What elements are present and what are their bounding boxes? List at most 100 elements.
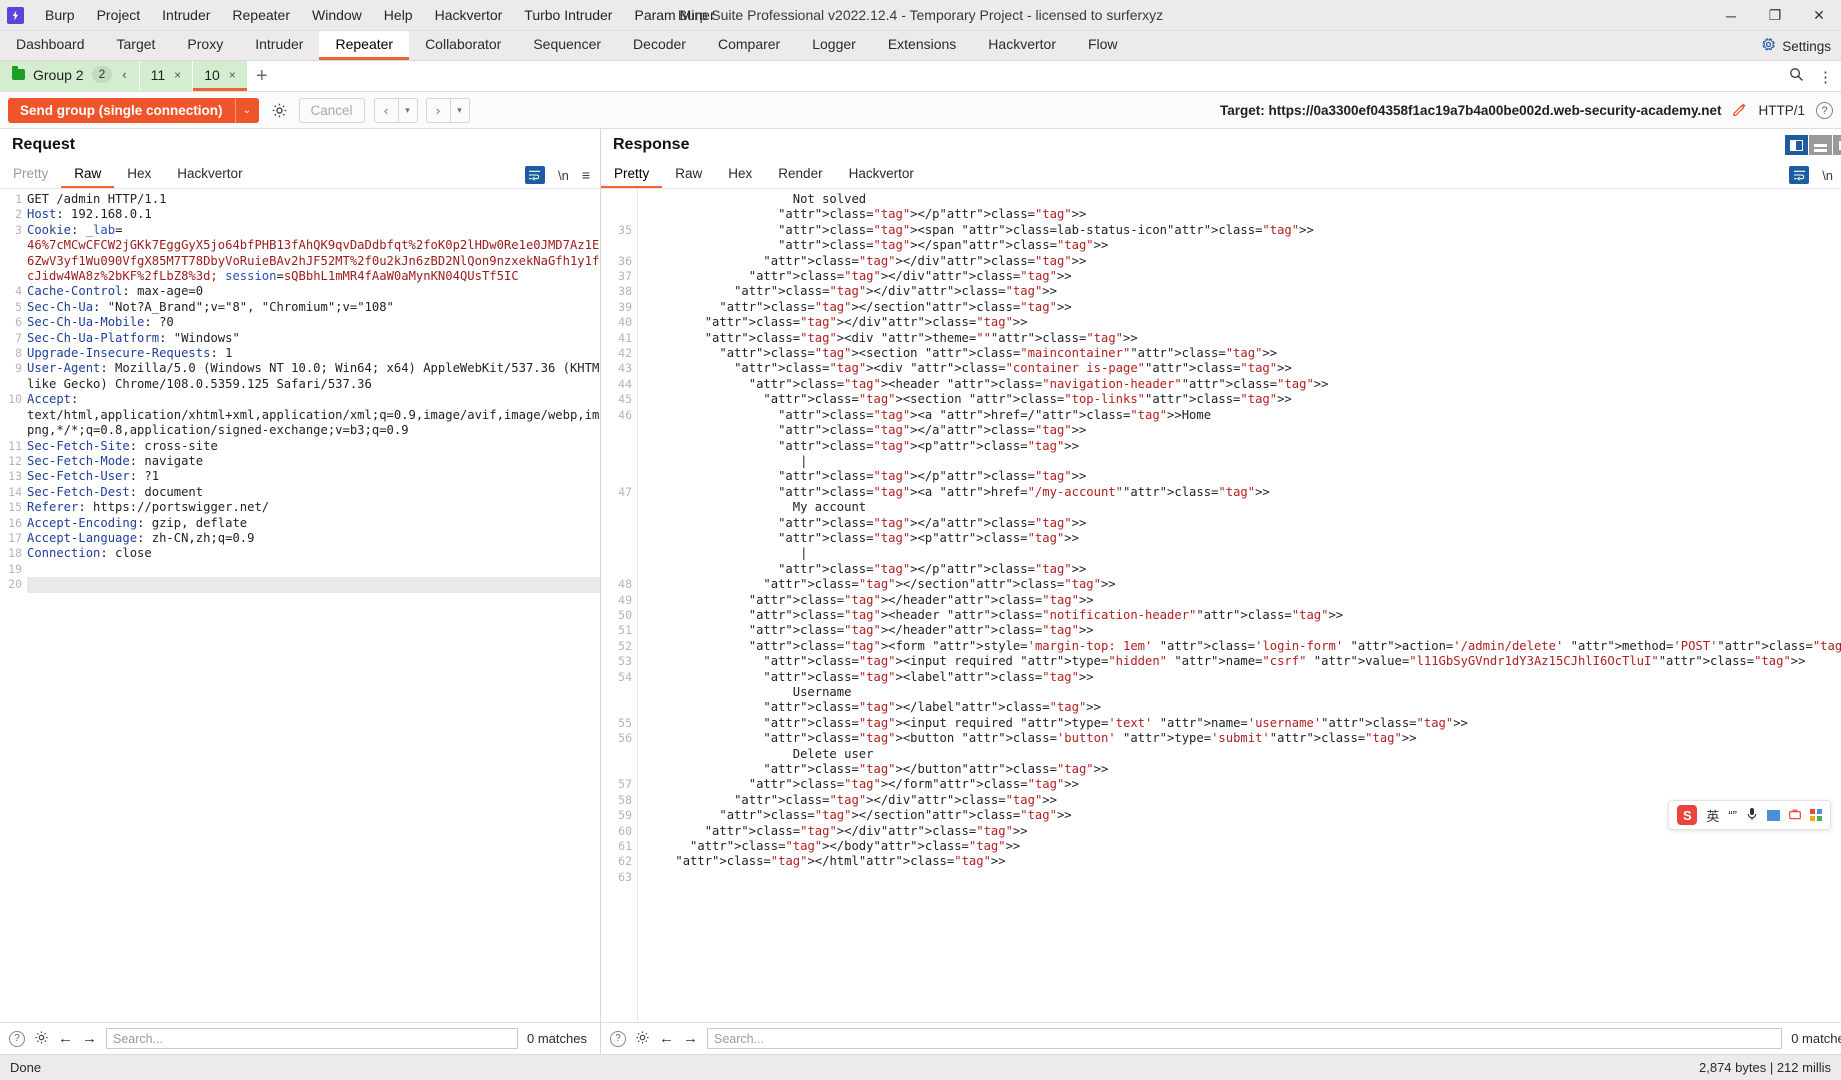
menu-item-help[interactable]: Help: [373, 3, 424, 27]
request-tab-hackvertor[interactable]: Hackvertor: [164, 161, 255, 188]
split-view-button[interactable]: [1785, 135, 1808, 155]
keyboard-icon[interactable]: [1767, 810, 1780, 821]
tab-comparer[interactable]: Comparer: [702, 31, 796, 60]
next-request-dropdown[interactable]: ▾: [451, 98, 470, 123]
response-editor-actions: \n ≡: [1789, 161, 1841, 189]
settings-button[interactable]: Settings: [1757, 31, 1835, 61]
newline-toggle[interactable]: \n: [1822, 168, 1833, 183]
tab-intruder[interactable]: Intruder: [239, 31, 319, 60]
request-tab-hex[interactable]: Hex: [114, 161, 164, 188]
response-tab-hackvertor[interactable]: Hackvertor: [836, 161, 927, 188]
pencil-icon[interactable]: [1732, 102, 1747, 120]
ime-floating-toolbar: S 英 “”: [1668, 800, 1831, 830]
menu-item-window[interactable]: Window: [301, 3, 373, 27]
tab-target[interactable]: Target: [101, 31, 172, 60]
menu-item-param-miner[interactable]: Param Miner: [623, 3, 725, 27]
gear-icon[interactable]: [34, 1030, 49, 1048]
response-body-text[interactable]: Not solved "attr">class="tag"></p"attr">…: [637, 189, 1841, 1022]
newline-toggle[interactable]: \n: [558, 168, 569, 183]
tab-sequencer[interactable]: Sequencer: [517, 31, 617, 60]
back-nav-group: ‹ ▾: [374, 98, 418, 123]
close-icon[interactable]: ×: [174, 68, 181, 82]
response-tab-hex[interactable]: Hex: [715, 161, 765, 188]
request-title: Request: [12, 136, 75, 154]
repeater-tab-label: 10: [204, 67, 220, 83]
minimize-icon[interactable]: ─: [1709, 0, 1753, 31]
prev-request-dropdown[interactable]: ▾: [399, 98, 418, 123]
add-tab-button[interactable]: +: [247, 61, 277, 91]
prev-request-button[interactable]: ‹: [374, 98, 399, 123]
menu-item-burp[interactable]: Burp: [34, 3, 86, 27]
request-line-numbers: 123 456789 10 11121314151617181920: [0, 189, 27, 1022]
response-editor[interactable]: 35 3637383940414243444546 47 48495051525…: [601, 189, 1841, 1022]
repeater-tab-10[interactable]: 10 ×: [193, 61, 247, 91]
tab-flow[interactable]: Flow: [1072, 31, 1134, 60]
tab-decoder[interactable]: Decoder: [617, 31, 702, 60]
menu-item-hackvertor[interactable]: Hackvertor: [424, 3, 514, 27]
tab-proxy[interactable]: Proxy: [171, 31, 239, 60]
toolbox-icon[interactable]: [1789, 808, 1801, 823]
burp-logo-icon: [7, 7, 24, 24]
vertical-dots-icon[interactable]: ⋮: [1818, 68, 1833, 86]
request-tab-raw[interactable]: Raw: [61, 161, 114, 188]
gear-icon[interactable]: [635, 1030, 650, 1048]
search-next-icon[interactable]: →: [683, 1030, 698, 1047]
response-search-input[interactable]: [707, 1028, 1782, 1049]
app-grid-icon[interactable]: [1810, 809, 1822, 821]
tab-extensions[interactable]: Extensions: [872, 31, 972, 60]
repeater-group-tab[interactable]: Group 2 2 ‹: [0, 61, 139, 91]
menu-item-intruder[interactable]: Intruder: [151, 3, 221, 27]
search-prev-icon[interactable]: ←: [58, 1030, 73, 1047]
tab-dashboard[interactable]: Dashboard: [0, 31, 101, 60]
question-circle-icon[interactable]: ?: [610, 1031, 626, 1047]
menu-item-turbo-intruder[interactable]: Turbo Intruder: [513, 3, 623, 27]
word-wrap-icon[interactable]: [525, 166, 545, 184]
tab-collaborator[interactable]: Collaborator: [409, 31, 517, 60]
close-icon[interactable]: ×: [229, 68, 236, 82]
response-tab-raw[interactable]: Raw: [662, 161, 715, 188]
request-editor-menu-icon[interactable]: ≡: [582, 167, 590, 183]
tab-hackvertor[interactable]: Hackvertor: [972, 31, 1072, 60]
menu-item-repeater[interactable]: Repeater: [221, 3, 301, 27]
send-settings-gear-icon[interactable]: [268, 99, 291, 122]
menu-bar: Burp Project Intruder Repeater Window He…: [34, 3, 726, 27]
content-area: Request Pretty Raw Hex Hackvertor \n ≡ 1…: [0, 129, 1841, 1054]
next-request-button[interactable]: ›: [426, 98, 451, 123]
request-tab-pretty[interactable]: Pretty: [0, 161, 61, 188]
microphone-icon[interactable]: [1746, 807, 1758, 824]
http-version-label[interactable]: HTTP/1: [1758, 103, 1805, 118]
response-match-count: 0 matches: [1791, 1031, 1841, 1046]
single-view-button[interactable]: [1833, 135, 1841, 155]
folder-icon: [12, 69, 25, 80]
question-circle-icon[interactable]: ?: [1816, 102, 1833, 119]
tab-logger[interactable]: Logger: [796, 31, 872, 60]
tab-repeater[interactable]: Repeater: [319, 31, 409, 60]
request-body-text[interactable]: GET /admin HTTP/1.1Host: 192.168.0.1Cook…: [27, 189, 600, 1022]
request-search-input[interactable]: [106, 1028, 518, 1049]
request-editor-actions: \n ≡: [525, 161, 590, 189]
ime-punctuation-label[interactable]: “”: [1728, 808, 1737, 823]
menu-item-project[interactable]: Project: [86, 3, 152, 27]
question-circle-icon[interactable]: ?: [9, 1031, 25, 1047]
close-icon[interactable]: ✕: [1797, 0, 1841, 31]
collapse-group-icon[interactable]: ‹: [120, 67, 128, 82]
response-title: Response: [613, 136, 689, 154]
repeater-tab-11[interactable]: 11 ×: [140, 61, 193, 91]
repeater-group-count: 2: [92, 66, 113, 83]
request-editor[interactable]: 123 456789 10 11121314151617181920 GET /…: [0, 189, 600, 1022]
search-next-icon[interactable]: →: [82, 1030, 97, 1047]
send-dropdown-icon[interactable]: ⌄: [235, 98, 259, 123]
search-icon[interactable]: [1789, 67, 1804, 86]
response-tab-render[interactable]: Render: [765, 161, 835, 188]
ime-mode-label[interactable]: 英: [1706, 806, 1719, 825]
search-prev-icon[interactable]: ←: [659, 1030, 674, 1047]
maximize-icon[interactable]: ❐: [1753, 0, 1797, 31]
sogou-logo-icon[interactable]: S: [1677, 805, 1697, 825]
rows-view-button[interactable]: [1809, 135, 1832, 155]
status-bar: Done 2,874 bytes | 212 millis: [0, 1054, 1841, 1080]
word-wrap-icon[interactable]: [1789, 166, 1809, 184]
cancel-button[interactable]: Cancel: [299, 98, 365, 123]
response-tab-pretty[interactable]: Pretty: [601, 161, 662, 188]
send-group-button[interactable]: Send group (single connection): [8, 98, 235, 123]
request-match-count: 0 matches: [527, 1031, 591, 1046]
